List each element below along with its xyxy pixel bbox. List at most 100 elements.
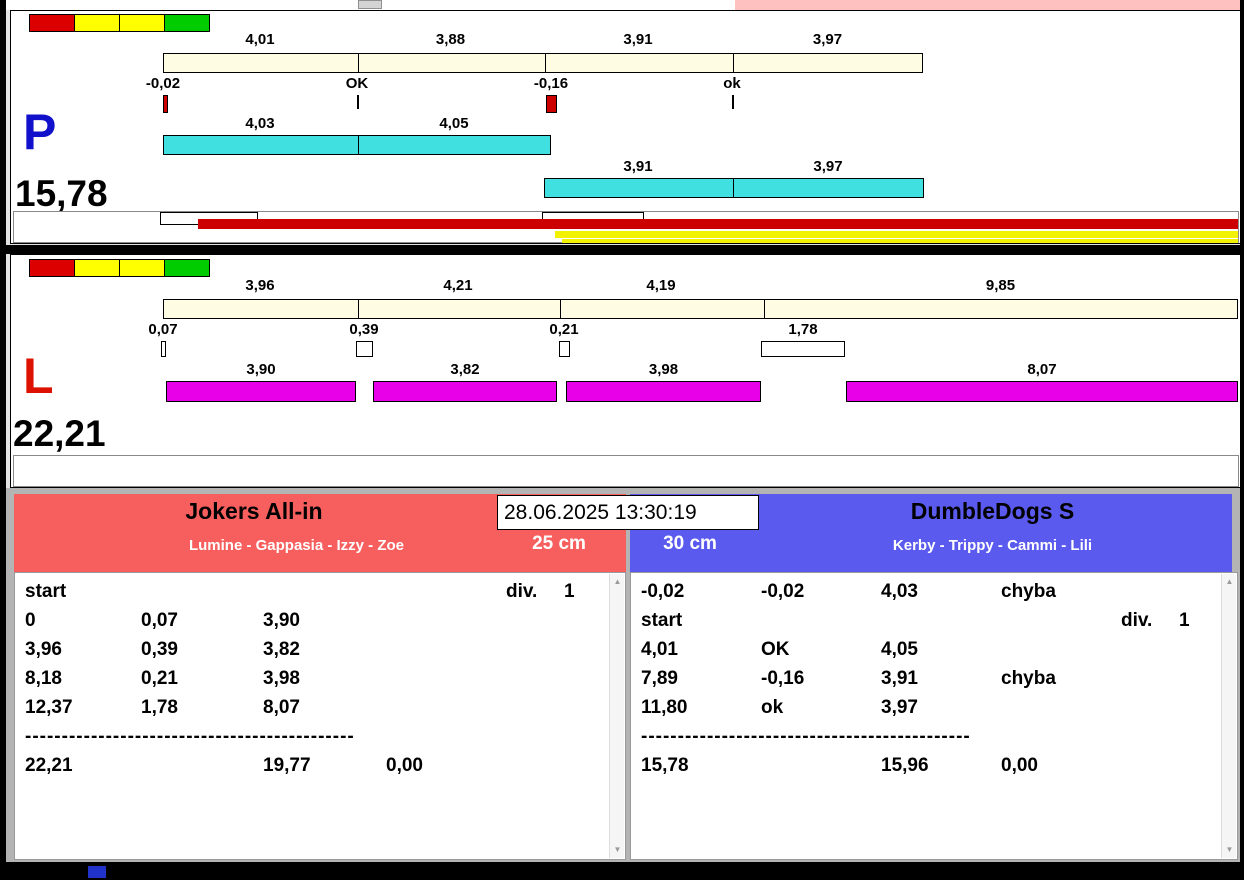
table-cell: 8,18 bbox=[25, 668, 62, 689]
run-time-label: 3,98 bbox=[648, 361, 679, 378]
table-cell: -0,02 bbox=[761, 581, 805, 602]
scroll-down-icon[interactable]: ▼ bbox=[611, 843, 624, 857]
table-cell: 15,96 bbox=[881, 755, 929, 776]
run-time-label: 8,07 bbox=[1027, 361, 1057, 378]
table-cell bbox=[564, 610, 607, 639]
table-cell bbox=[761, 755, 881, 784]
table-row: start div. 1 bbox=[641, 610, 1219, 639]
run-bar bbox=[544, 178, 924, 198]
run-bar bbox=[373, 381, 557, 402]
results-table-right[interactable]: -0,02 -0,02 4,03 chyba start div. 1 4,01… bbox=[630, 572, 1238, 860]
table-cell bbox=[564, 639, 607, 668]
table-cell: div. bbox=[506, 581, 538, 602]
table-cell: 0,00 bbox=[1001, 755, 1038, 776]
table-cell bbox=[506, 639, 564, 668]
table-cell: 0,07 bbox=[141, 610, 178, 631]
table-cell: 8,07 bbox=[263, 697, 300, 718]
table-cell: 4,01 bbox=[641, 639, 678, 660]
table-totals-row: 22,21 19,77 0,00 bbox=[25, 755, 607, 784]
bar-divider bbox=[358, 135, 359, 155]
table-cell: chyba bbox=[1001, 668, 1056, 689]
table-body: -0,02 -0,02 4,03 chyba start div. 1 4,01… bbox=[641, 581, 1219, 784]
table-cell bbox=[1121, 697, 1179, 726]
team-dogs: Lumine - Gappasia - Izzy - Zoe bbox=[188, 537, 405, 554]
changeover-label: 0,07 bbox=[148, 321, 178, 338]
table-cell: 0,21 bbox=[141, 668, 178, 689]
lane-panel-p: 4,01 3,88 3,91 3,97 -0,02 OK -0,16 ok P … bbox=[10, 10, 1241, 244]
run-bar bbox=[846, 381, 1238, 402]
scroll-down-icon[interactable]: ▼ bbox=[1223, 843, 1236, 857]
table-row: 0 0,07 3,90 bbox=[25, 610, 607, 639]
table-cell: div. bbox=[1121, 610, 1153, 631]
bar-divider bbox=[545, 53, 546, 73]
traffic-light bbox=[29, 14, 210, 32]
table-cell bbox=[506, 668, 564, 697]
table-row: 4,01 OK 4,05 bbox=[641, 639, 1219, 668]
scroll-up-icon[interactable]: ▲ bbox=[611, 575, 624, 589]
scrollbar[interactable]: ▲ ▼ bbox=[1221, 574, 1236, 858]
bar-divider bbox=[733, 53, 734, 73]
bar-divider bbox=[733, 178, 734, 198]
results-table-left[interactable]: start div. 1 0 0,07 3,90 3,96 0,39 3,82 bbox=[14, 572, 626, 860]
table-cell bbox=[1179, 697, 1219, 726]
table-cell: start bbox=[25, 581, 67, 602]
progress-strip bbox=[13, 211, 1239, 243]
table-cell bbox=[1179, 755, 1219, 784]
table-totals-row: 15,78 15,96 0,00 bbox=[641, 755, 1219, 784]
table-cell bbox=[1121, 755, 1179, 784]
table-cell: 0,00 bbox=[386, 755, 423, 776]
table-cell bbox=[1121, 639, 1179, 668]
table-cell: start bbox=[641, 610, 683, 631]
table-cell: 3,97 bbox=[881, 697, 918, 718]
table-row: -0,02 -0,02 4,03 chyba bbox=[641, 581, 1219, 610]
bar-divider bbox=[358, 299, 359, 319]
table-cell: 3,98 bbox=[263, 668, 300, 689]
table-cell: 0 bbox=[25, 610, 36, 631]
table-cell: 1,78 bbox=[141, 697, 178, 718]
split-time-bar bbox=[163, 53, 923, 73]
table-cell bbox=[1001, 639, 1121, 668]
lane-letter: P bbox=[23, 104, 57, 160]
jump-height: 25 cm bbox=[532, 533, 586, 554]
taskbar-item[interactable] bbox=[88, 866, 106, 878]
run-bar bbox=[566, 381, 761, 402]
changeover-label: 0,21 bbox=[549, 321, 579, 338]
table-cell: 4,05 bbox=[881, 639, 918, 660]
table-cell bbox=[564, 755, 607, 784]
table-row: 11,80 ok 3,97 bbox=[641, 697, 1219, 726]
run-time-label: 3,91 bbox=[623, 158, 653, 175]
table-cell: 15,78 bbox=[641, 755, 689, 776]
team-dogs: Kerby - Trippy - Cammi - Lili bbox=[892, 537, 1093, 554]
table-cell bbox=[141, 581, 263, 610]
clock: 28.06.2025 13:30:19 bbox=[497, 495, 759, 530]
changeover-label: -0,02 bbox=[145, 75, 181, 92]
table-cell bbox=[1121, 581, 1179, 610]
progress-strip bbox=[13, 455, 1239, 487]
table-cell bbox=[1001, 697, 1121, 726]
scrollbar[interactable]: ▲ ▼ bbox=[609, 574, 624, 858]
table-cell: 11,80 bbox=[641, 697, 688, 718]
table-separator: ----------------------------------------… bbox=[25, 726, 355, 747]
taskbar bbox=[0, 862, 1244, 880]
progress-bar-yellow bbox=[562, 239, 1238, 243]
table-cell: chyba bbox=[1001, 581, 1056, 602]
table-cell bbox=[1179, 581, 1219, 610]
split-time-label: 3,88 bbox=[435, 31, 466, 48]
table-row: 12,37 1,78 8,07 bbox=[25, 697, 607, 726]
jump-height: 30 cm bbox=[663, 533, 717, 554]
table-cell: 19,77 bbox=[263, 755, 311, 776]
table-cell: 4,03 bbox=[881, 581, 918, 602]
progress-bar-yellow bbox=[555, 231, 1238, 238]
window-fragment bbox=[358, 0, 382, 9]
lamp-green-icon bbox=[164, 259, 210, 277]
run-time-label: 3,90 bbox=[246, 361, 276, 378]
run-time-label: 4,03 bbox=[245, 115, 275, 132]
split-time-label: 3,97 bbox=[812, 31, 843, 48]
lane-divider bbox=[6, 245, 1240, 254]
changeover-tick bbox=[732, 95, 734, 109]
table-cell: ok bbox=[761, 697, 784, 718]
split-time-label: 3,96 bbox=[245, 277, 275, 294]
scroll-up-icon[interactable]: ▲ bbox=[1223, 575, 1236, 589]
lamp-green-icon bbox=[164, 14, 210, 32]
table-row: start div. 1 bbox=[25, 581, 607, 610]
